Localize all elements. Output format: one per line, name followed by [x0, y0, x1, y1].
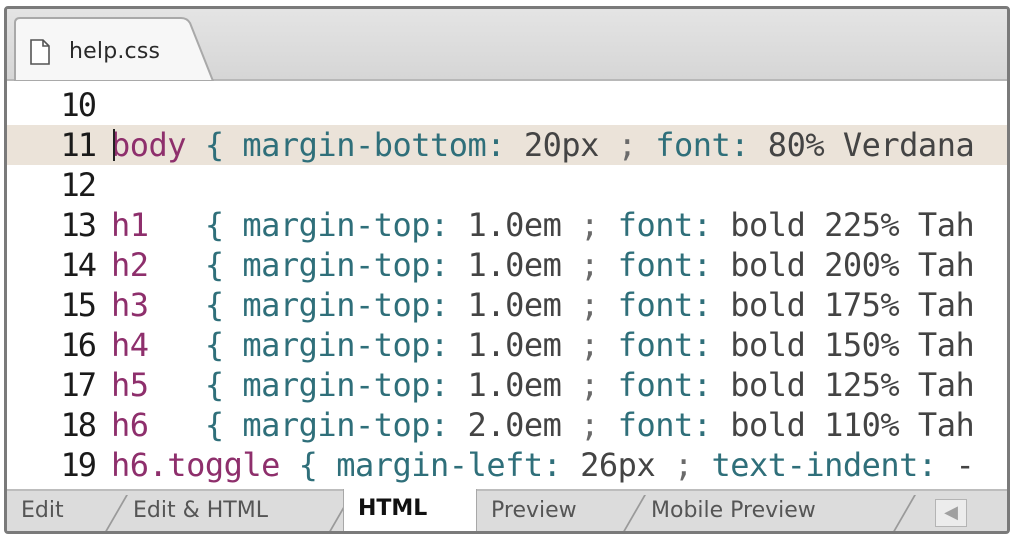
- line-number: 16: [60, 326, 97, 364]
- code-text: h6.toggle { margin-left: 26px ; text-ind…: [111, 445, 975, 485]
- code-line[interactable]: 11 body { margin-bottom: 20px ; font: 80%…: [7, 125, 1007, 165]
- code-token-val: 1.0em: [467, 246, 581, 284]
- code-token-prop: margin-top:: [242, 246, 468, 284]
- line-number: 10: [60, 86, 97, 124]
- code-token-val: bold 150% Tah: [730, 326, 975, 364]
- code-text: h1 { margin-top: 1.0em ; font: bold 225%…: [111, 205, 975, 245]
- code-token-punc: ;: [580, 286, 618, 324]
- file-tab-bar: help.css: [7, 9, 1007, 81]
- line-number: 13: [60, 206, 97, 244]
- editor-window: help.css 10 11 body { margin-bottom: 20px …: [4, 6, 1010, 534]
- code-token-prop: font:: [617, 366, 731, 404]
- code-line[interactable]: 19 h6.toggle { margin-left: 26px ; text-i…: [7, 445, 1007, 485]
- file-tab-label: help.css: [69, 39, 161, 64]
- code-token-val: bold 225% Tah: [730, 206, 975, 244]
- mode-tab-edit-html[interactable]: Edit & HTML: [119, 491, 343, 531]
- mode-tab-mobile-preview[interactable]: Mobile Preview: [637, 491, 907, 531]
- line-number: 18: [60, 406, 97, 444]
- code-token-val: -: [955, 446, 975, 484]
- code-token-prop: margin-bottom:: [242, 126, 524, 164]
- code-token-brace: {: [279, 446, 337, 484]
- code-token-sel: h1: [111, 206, 149, 244]
- file-tab-help-css[interactable]: help.css: [13, 17, 215, 81]
- code-token-brace: {: [148, 406, 243, 444]
- code-line[interactable]: 15 h3 { margin-top: 1.0em ; font: bold 17…: [7, 285, 1007, 325]
- code-token-brace: {: [148, 286, 243, 324]
- code-token-prop: margin-left:: [336, 446, 581, 484]
- code-line[interactable]: 13 h1 { margin-top: 1.0em ; font: bold 22…: [7, 205, 1007, 245]
- code-token-val: bold 175% Tah: [730, 286, 975, 324]
- code-token-brace: {: [186, 126, 243, 164]
- code-token-prop: font:: [617, 406, 731, 444]
- code-token-val: 1.0em: [467, 286, 581, 324]
- view-mode-tab-bar: Edit Edit & HTML HTML Preview Mobile Preview…: [7, 489, 1007, 531]
- code-line[interactable]: 18 h6 { margin-top: 2.0em ; font: bold 11…: [7, 405, 1007, 445]
- code-token-punc: ;: [617, 126, 656, 164]
- line-number: 15: [60, 286, 97, 324]
- line-number: 14: [60, 246, 97, 284]
- document-icon: [30, 39, 50, 65]
- code-token-punc: ;: [580, 246, 618, 284]
- code-token-prop: font:: [655, 126, 768, 164]
- code-token-val: 1.0em: [467, 326, 581, 364]
- code-line[interactable]: 16 h4 { margin-top: 1.0em ; font: bold 15…: [7, 325, 1007, 365]
- code-token-punc: ;: [580, 326, 618, 364]
- code-token-prop: font:: [617, 246, 731, 284]
- line-number: 12: [60, 166, 97, 204]
- code-token-sel: h4: [111, 326, 149, 364]
- code-token-val: 1.0em: [467, 206, 581, 244]
- code-token-sel: h3: [111, 286, 149, 324]
- code-token-prop: text-indent:: [711, 446, 956, 484]
- code-token-brace: {: [148, 206, 243, 244]
- code-token-val: 80% Verdana: [767, 126, 975, 164]
- line-number: 17: [60, 366, 97, 404]
- code-token-prop: margin-top:: [242, 406, 468, 444]
- line-number: 19: [60, 446, 97, 484]
- code-token-brace: {: [148, 326, 243, 364]
- code-token-brace: {: [148, 366, 243, 404]
- code-token-sel: h2: [111, 246, 149, 284]
- chevron-left-icon[interactable]: ◀: [935, 499, 967, 527]
- code-token-prop: margin-top:: [242, 366, 468, 404]
- code-text: h2 { margin-top: 1.0em ; font: bold 200%…: [111, 245, 975, 285]
- code-token-sel: h5: [111, 366, 149, 404]
- code-token-prop: font:: [617, 206, 731, 244]
- code-line[interactable]: 10: [7, 85, 1007, 125]
- code-text: h6 { margin-top: 2.0em ; font: bold 110%…: [111, 405, 975, 445]
- code-token-brace: {: [148, 246, 243, 284]
- code-token-punc: ;: [580, 366, 618, 404]
- code-token-val: 26px: [580, 446, 674, 484]
- mode-tab-preview[interactable]: Preview: [477, 491, 637, 531]
- code-text: h5 { margin-top: 1.0em ; font: bold 125%…: [111, 365, 975, 405]
- code-token-sel: h6.toggle: [111, 446, 280, 484]
- code-token-val: bold 125% Tah: [730, 366, 975, 404]
- code-text: body { margin-bottom: 20px ; font: 80% V…: [111, 125, 975, 165]
- line-number: 11: [60, 126, 97, 164]
- code-token-sel: h6: [111, 406, 149, 444]
- code-token-prop: font:: [617, 326, 731, 364]
- mode-tab-edit[interactable]: Edit: [7, 491, 119, 531]
- text-cursor: [113, 129, 115, 161]
- code-token-punc: ;: [580, 206, 618, 244]
- code-token-val: 2.0em: [467, 406, 581, 444]
- code-token-punc: ;: [580, 406, 618, 444]
- code-line[interactable]: 14 h2 { margin-top: 1.0em ; font: bold 20…: [7, 245, 1007, 285]
- code-token-val: 1.0em: [467, 366, 581, 404]
- mode-tab-html[interactable]: HTML: [343, 489, 477, 531]
- code-token-sel: body: [111, 126, 187, 164]
- code-token-prop: margin-top:: [242, 326, 468, 364]
- code-line[interactable]: 17 h5 { margin-top: 1.0em ; font: bold 12…: [7, 365, 1007, 405]
- code-token-punc: ;: [673, 446, 712, 484]
- code-text: h3 { margin-top: 1.0em ; font: bold 175%…: [111, 285, 975, 325]
- code-token-prop: font:: [617, 286, 731, 324]
- code-token-val: 20px: [523, 126, 618, 164]
- code-token-prop: margin-top:: [242, 206, 468, 244]
- code-editor[interactable]: 10 11 body { margin-bottom: 20px ; font: 8…: [7, 81, 1007, 489]
- code-token-prop: margin-top:: [242, 286, 468, 324]
- code-token-val: bold 200% Tah: [730, 246, 975, 284]
- code-text: h4 { margin-top: 1.0em ; font: bold 150%…: [111, 325, 975, 365]
- code-token-val: bold 110% Tah: [730, 406, 975, 444]
- code-line[interactable]: 12: [7, 165, 1007, 205]
